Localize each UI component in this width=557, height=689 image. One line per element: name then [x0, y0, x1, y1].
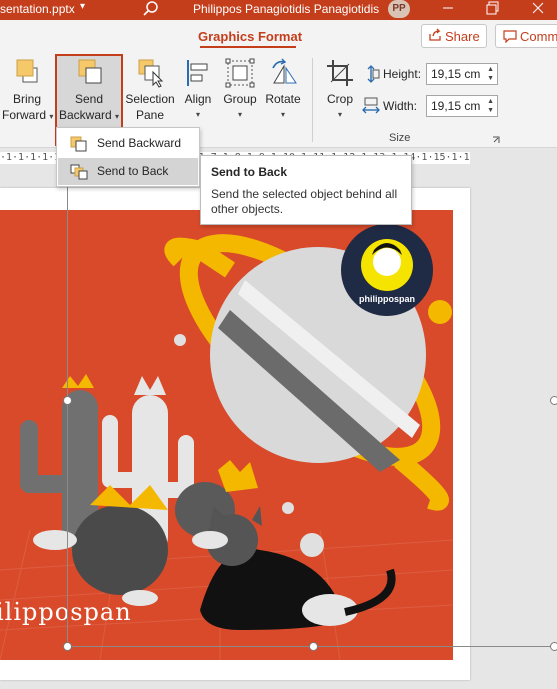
tab-graphics-format[interactable]: Graphics Format — [198, 29, 302, 44]
height-spinner[interactable]: ▲ ▼ — [487, 65, 494, 83]
tooltip: Send to Back Send the selected object be… — [200, 155, 412, 225]
menu-item-send-backward[interactable]: Send Backward — [58, 130, 198, 157]
comments-button[interactable]: Comm — [495, 24, 557, 48]
file-name[interactable]: sentation.pptx — [0, 2, 75, 16]
artwork-caption: ilippospan — [0, 598, 132, 626]
width-field: Width: 19,15 cm ▲ ▼ — [362, 95, 500, 117]
group-button[interactable]: Group ▾ — [220, 58, 260, 123]
tooltip-description: Send the selected object behind all othe… — [211, 187, 398, 216]
resize-handle-bottom[interactable] — [309, 642, 318, 651]
menu-item-send-to-back[interactable]: Send to Back — [58, 158, 198, 185]
selection-pane-button[interactable]: Selection Pane — [124, 58, 176, 123]
size-dialog-launcher-icon[interactable] — [492, 133, 500, 143]
user-name: Philippos Panagiotidis Panagiotidis — [193, 2, 380, 16]
share-icon — [428, 28, 442, 45]
selection-pane-icon — [124, 58, 176, 91]
search-icon[interactable] — [142, 0, 160, 21]
resize-handle-left[interactable] — [63, 396, 72, 405]
send-backward-icon — [70, 136, 88, 155]
crop-icon — [320, 58, 360, 91]
title-bar: sentation.pptx ▾ Philippos Panagiotidis … — [0, 0, 557, 20]
group-icon — [220, 58, 260, 91]
comment-icon — [503, 29, 517, 46]
width-input[interactable]: 19,15 cm ▲ ▼ — [426, 95, 498, 117]
minimize-icon[interactable] — [440, 0, 456, 19]
resize-handle-bottom-left[interactable] — [63, 642, 72, 651]
height-input[interactable]: 19,15 cm ▲ ▼ — [426, 63, 498, 85]
ribbon-separator — [312, 58, 313, 142]
width-spinner[interactable]: ▲ ▼ — [487, 97, 494, 115]
close-icon[interactable] — [530, 0, 546, 19]
send-backward-icon — [57, 58, 121, 91]
send-to-back-icon — [70, 164, 88, 183]
bring-forward-icon — [2, 58, 52, 91]
height-icon — [362, 65, 380, 86]
resize-handle-bottom-right[interactable] — [550, 642, 557, 651]
resize-handle-right[interactable] — [550, 396, 557, 405]
rotate-icon — [262, 58, 304, 91]
restore-icon[interactable] — [485, 0, 501, 19]
file-name-chevron-icon[interactable]: ▾ — [80, 1, 85, 12]
share-label: Share — [445, 29, 480, 44]
send-backward-menu: Send Backward Send to Back — [56, 127, 200, 187]
align-icon — [178, 58, 218, 91]
avatar[interactable]: PP — [388, 0, 410, 18]
align-button[interactable]: Align ▾ — [178, 58, 218, 123]
bring-forward-button[interactable]: Bring Forward ▾ — [2, 58, 53, 125]
width-icon — [362, 97, 380, 118]
badge-label: philippospan — [359, 294, 415, 304]
size-group-label: Size — [389, 132, 411, 144]
rotate-button[interactable]: Rotate ▾ — [262, 58, 304, 123]
comments-label: Comm — [520, 29, 557, 44]
crop-button[interactable]: Crop ▾ — [320, 58, 360, 123]
share-button[interactable]: Share — [421, 24, 487, 48]
height-field: Height: 19,15 cm ▲ ▼ — [362, 63, 500, 85]
tooltip-title: Send to Back — [211, 165, 288, 179]
active-tab-indicator — [200, 46, 296, 48]
